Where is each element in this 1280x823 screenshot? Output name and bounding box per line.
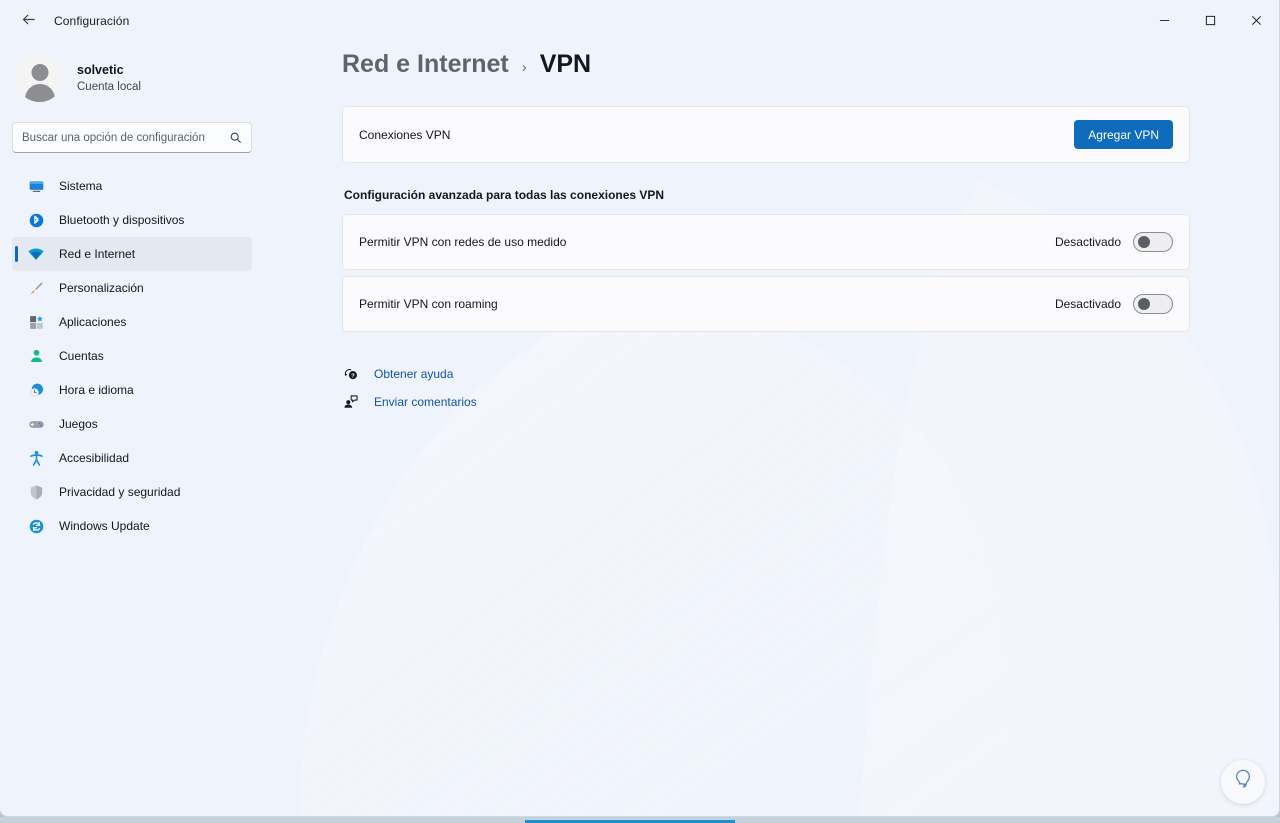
account-subtitle: Cuenta local [77, 79, 141, 95]
feedback-person-icon [342, 394, 359, 411]
breadcrumb-parent-link[interactable]: Red e Internet [342, 50, 509, 79]
toggle-control-group: Desactivado [1055, 232, 1173, 252]
sidebar-item-label: Red e Internet [59, 247, 135, 261]
close-icon [1251, 14, 1262, 29]
system-monitor-icon [27, 177, 45, 195]
vpn-connections-label: Conexiones VPN [359, 128, 450, 142]
bluetooth-icon [27, 211, 45, 229]
send-feedback-link[interactable]: Enviar comentarios [342, 388, 477, 416]
app-title: Configuración [54, 14, 129, 28]
sidebar-item-label: Hora e idioma [59, 383, 134, 397]
sidebar-item-bluetooth-y-dispositivos[interactable]: Bluetooth y dispositivos [12, 203, 252, 237]
add-vpn-button[interactable]: Agregar VPN [1074, 120, 1173, 149]
search-box[interactable] [12, 122, 252, 153]
page-title: VPN [540, 50, 591, 79]
sidebar-item-label: Bluetooth y dispositivos [59, 213, 184, 227]
advanced-settings-heading: Configuración avanzada para todas las co… [344, 188, 1279, 202]
sidebar-item-label: Sistema [59, 179, 102, 193]
sidebar-item-windows-update[interactable]: Windows Update [12, 509, 252, 543]
gamepad-icon [27, 415, 45, 433]
minimize-button[interactable] [1141, 0, 1187, 42]
vpn-connections-card: Conexiones VPN Agregar VPN [342, 106, 1190, 163]
get-help-link[interactable]: ? Obtener ayuda [342, 360, 453, 388]
toggle-state-label: Desactivado [1055, 297, 1121, 311]
window-body: solvetic Cuenta local [0, 42, 1279, 817]
toggle-row-metered-networks: Permitir VPN con redes de uso medido Des… [342, 214, 1190, 270]
sidebar-item-juegos[interactable]: Juegos [12, 407, 252, 441]
sidebar: solvetic Cuenta local [0, 42, 320, 817]
main-content: Red e Internet › VPN Conexiones VPN Agre… [320, 42, 1279, 817]
minimize-icon [1159, 14, 1170, 29]
toggle-label: Permitir VPN con roaming [359, 297, 498, 311]
apps-icon [27, 313, 45, 331]
sidebar-item-label: Personalización [59, 281, 144, 295]
account-text: solvetic Cuenta local [77, 62, 141, 95]
taskbar-edge [0, 817, 1280, 823]
account-name: solvetic [77, 62, 141, 78]
feedback-hub-button[interactable] [1221, 760, 1265, 804]
accessibility-person-icon [27, 449, 45, 467]
sidebar-item-privacidad-y-seguridad[interactable]: Privacidad y seguridad [12, 475, 252, 509]
window-controls [1141, 0, 1279, 42]
user-avatar-icon [16, 55, 63, 102]
clock-globe-icon [27, 381, 45, 399]
sidebar-item-aplicaciones[interactable]: Aplicaciones [12, 305, 252, 339]
update-refresh-icon [27, 517, 45, 535]
sidebar-nav: Sistema Bluetooth y dispositivos [0, 169, 304, 543]
toggle-switch-metered-networks[interactable] [1133, 232, 1173, 252]
sidebar-item-label: Privacidad y seguridad [59, 485, 180, 499]
sidebar-item-label: Windows Update [59, 519, 150, 533]
sidebar-item-red-e-internet[interactable]: Red e Internet [12, 237, 252, 271]
breadcrumb: Red e Internet › VPN [342, 50, 1279, 79]
svg-text:?: ? [351, 373, 355, 379]
feedback-hub-lightbulb-icon [1230, 767, 1256, 798]
title-bar: Configuración [0, 0, 1279, 42]
toggle-label: Permitir VPN con redes de uso medido [359, 235, 566, 249]
maximize-button[interactable] [1187, 0, 1233, 42]
paintbrush-icon [27, 279, 45, 297]
toggle-row-roaming: Permitir VPN con roaming Desactivado [342, 276, 1190, 332]
wifi-icon [27, 245, 45, 263]
sidebar-item-label: Aplicaciones [59, 315, 126, 329]
search-input[interactable] [22, 132, 229, 144]
account-person-icon [27, 347, 45, 365]
back-button[interactable] [12, 5, 44, 37]
get-help-label: Obtener ayuda [374, 367, 453, 381]
sidebar-item-label: Cuentas [59, 349, 104, 363]
send-feedback-label: Enviar comentarios [374, 395, 477, 409]
toggle-switch-roaming[interactable] [1133, 294, 1173, 314]
help-question-icon: ? [342, 366, 359, 383]
sidebar-item-sistema[interactable]: Sistema [12, 169, 252, 203]
shield-icon [27, 483, 45, 501]
sidebar-item-label: Juegos [59, 417, 98, 431]
toggle-control-group: Desactivado [1055, 294, 1173, 314]
toggle-state-label: Desactivado [1055, 235, 1121, 249]
sidebar-item-hora-e-idioma[interactable]: Hora e idioma [12, 373, 252, 407]
maximize-icon [1205, 14, 1216, 29]
chevron-right-icon: › [522, 59, 527, 76]
settings-window: Configuración [0, 0, 1280, 817]
help-links: ? Obtener ayuda Enviar comentarios [342, 360, 1279, 416]
arrow-left-icon [20, 11, 37, 31]
account-card[interactable]: solvetic Cuenta local [0, 42, 304, 104]
close-button[interactable] [1233, 0, 1279, 42]
sidebar-item-cuentas[interactable]: Cuentas [12, 339, 252, 373]
sidebar-item-accesibilidad[interactable]: Accesibilidad [12, 441, 252, 475]
search-icon[interactable] [229, 131, 242, 144]
sidebar-item-label: Accesibilidad [59, 451, 129, 465]
sidebar-item-personalizacion[interactable]: Personalización [12, 271, 252, 305]
